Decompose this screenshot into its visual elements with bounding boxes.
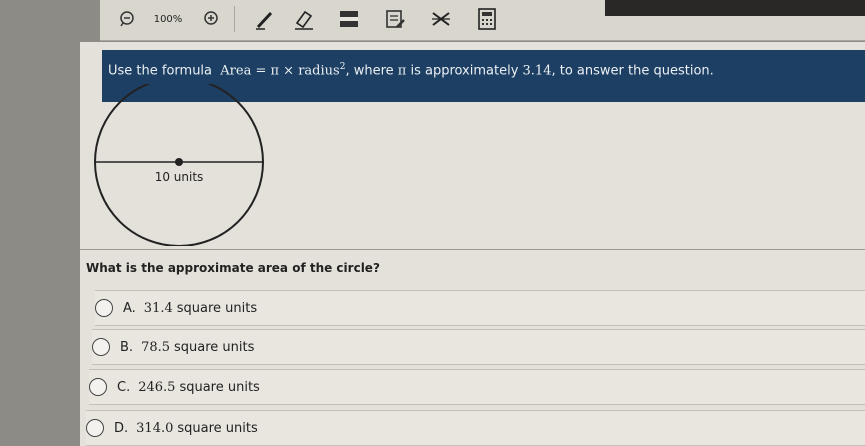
- formula-times: ×: [279, 63, 299, 79]
- choice-unit: square units: [177, 420, 258, 436]
- eraser-button[interactable]: [290, 8, 316, 30]
- radio-b[interactable]: [92, 338, 110, 356]
- formula-area: Area =: [220, 63, 271, 79]
- answer-eliminator-icon: [432, 12, 450, 26]
- section-divider: [80, 249, 865, 250]
- pencil-button[interactable]: [252, 8, 278, 30]
- choice-c[interactable]: C. 246.5 square units: [89, 369, 865, 405]
- choice-b[interactable]: B. 78.5 square units: [92, 329, 865, 365]
- radio-c[interactable]: [89, 378, 107, 396]
- zoom-out-button[interactable]: [116, 8, 138, 30]
- zoom-in-button[interactable]: [200, 8, 222, 30]
- formula-radius: radius: [298, 63, 340, 79]
- calculator-button[interactable]: [474, 8, 500, 30]
- toolbar-divider: [234, 6, 235, 32]
- choice-letter: D.: [114, 420, 129, 436]
- center-point: [175, 158, 183, 166]
- choice-value: 31.4: [143, 300, 173, 316]
- zoom-out-icon: [120, 11, 134, 27]
- choice-letter: B.: [120, 339, 134, 355]
- calculator-icon: [478, 8, 496, 30]
- choice-a[interactable]: A. 31.4 square units: [95, 290, 865, 326]
- choice-letter: C.: [117, 379, 131, 395]
- choice-letter: A.: [123, 300, 136, 316]
- radio-a[interactable]: [95, 299, 113, 317]
- choice-value: 78.5: [141, 339, 171, 355]
- choice-d[interactable]: D. 314.0 square units: [86, 410, 865, 446]
- line-reader-icon: [340, 11, 358, 27]
- diameter-label: 10 units: [155, 170, 204, 184]
- choice-value: 314.0: [136, 420, 174, 436]
- highlighter-button[interactable]: [382, 8, 408, 30]
- choice-unit: square units: [179, 379, 260, 395]
- choice-value: 246.5: [138, 379, 176, 395]
- zoom-in-icon: [204, 11, 218, 25]
- formula-pi: π: [270, 63, 280, 79]
- toolbar: 100%: [100, 0, 865, 41]
- eraser-icon: [295, 10, 313, 30]
- answer-eliminator-button[interactable]: [428, 8, 454, 30]
- line-reader-button[interactable]: [336, 8, 362, 30]
- pencil-icon: [256, 11, 273, 30]
- choice-unit: square units: [176, 300, 258, 316]
- window-edge: [605, 0, 865, 16]
- radio-d[interactable]: [86, 419, 104, 437]
- circle-figure: 10 units: [94, 84, 264, 246]
- instruction-suffix-2: is approximately: [406, 63, 523, 79]
- pi-value: 3.14: [522, 63, 552, 79]
- instruction-suffix-1: , where: [345, 63, 398, 79]
- choice-unit: square units: [174, 339, 255, 355]
- question-text: What is the approximate area of the circ…: [86, 261, 380, 275]
- zoom-level: 100%: [153, 13, 183, 25]
- highlighter-icon: [386, 10, 405, 28]
- instruction-suffix-3: , to answer the question.: [551, 63, 714, 79]
- instruction-prefix: Use the formula: [108, 63, 213, 79]
